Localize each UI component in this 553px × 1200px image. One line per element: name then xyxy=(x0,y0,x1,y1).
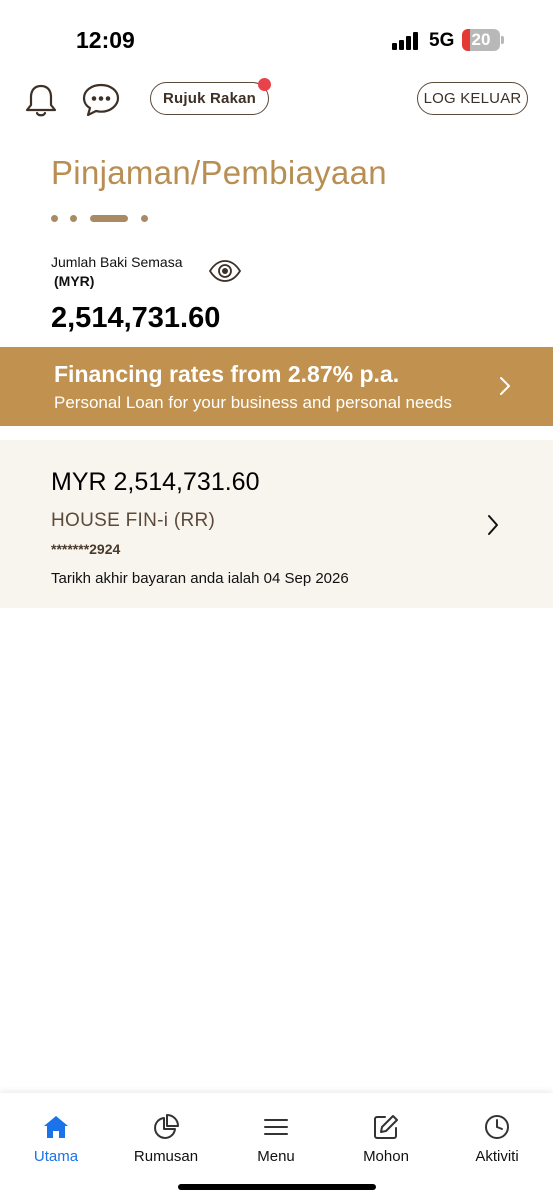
network-label: 5G xyxy=(429,30,455,51)
battery-cap xyxy=(501,36,504,44)
home-indicator[interactable] xyxy=(178,1184,376,1190)
promo-banner[interactable]: Financing rates from 2.87% p.a. Personal… xyxy=(0,347,553,426)
nav-label: Mohon xyxy=(363,1148,409,1165)
nav-apply[interactable]: Mohon xyxy=(331,1093,441,1183)
pager-dot[interactable] xyxy=(51,215,58,222)
status-bar: 12:09 5G 20 xyxy=(0,0,553,80)
balance-currency: (MYR) xyxy=(54,273,95,289)
balance-label: Jumlah Baki Semasa xyxy=(51,254,183,270)
nav-activity[interactable]: Aktiviti xyxy=(442,1093,552,1183)
account-number: *******2924 xyxy=(51,541,121,557)
account-amount: MYR 2,514,731.60 xyxy=(51,468,260,496)
carousel-pager xyxy=(51,215,161,223)
account-card[interactable]: MYR 2,514,731.60 HOUSE FIN-i (RR) ******… xyxy=(0,440,553,608)
menu-icon xyxy=(264,1119,288,1135)
nav-label: Menu xyxy=(257,1148,295,1165)
nav-label: Utama xyxy=(33,1148,79,1165)
promo-subtitle: Personal Loan for your business and pers… xyxy=(54,393,452,412)
page-title: Pinjaman/Pembiayaan xyxy=(51,154,387,191)
bell-icon[interactable] xyxy=(24,82,58,118)
nav-label: Rumusan xyxy=(133,1148,199,1165)
promo-title: Financing rates from 2.87% p.a. xyxy=(54,361,400,387)
nav-menu[interactable]: Menu xyxy=(221,1093,331,1183)
chevron-right-icon xyxy=(500,377,510,395)
chat-icon[interactable] xyxy=(81,82,121,118)
edit-icon xyxy=(374,1115,398,1139)
logout-button[interactable]: LOG KELUAR xyxy=(417,82,528,115)
refer-friend-button[interactable]: Rujuk Rakan xyxy=(150,82,269,115)
battery-icon: 20 xyxy=(462,29,500,51)
nav-label: Aktiviti xyxy=(475,1148,519,1165)
payment-due-text: Tarikh akhir bayaran anda ialah 04 Sep 2… xyxy=(51,570,349,587)
pager-dot[interactable] xyxy=(70,215,77,222)
account-product: HOUSE FIN-i (RR) xyxy=(51,510,216,531)
chevron-right-icon xyxy=(488,515,498,535)
notification-badge xyxy=(258,78,271,91)
eye-icon[interactable] xyxy=(208,258,242,284)
signal-icon xyxy=(392,32,422,50)
pager-dot[interactable] xyxy=(141,215,148,222)
pager-dot-active[interactable] xyxy=(90,215,128,222)
battery-level: 20 xyxy=(471,30,491,49)
clock-icon xyxy=(485,1115,509,1139)
home-icon xyxy=(44,1116,68,1138)
pie-chart-icon xyxy=(154,1114,179,1139)
nav-summary[interactable]: Rumusan xyxy=(111,1093,221,1183)
app-header: Rujuk Rakan LOG KELUAR xyxy=(0,78,553,122)
status-time: 12:09 xyxy=(76,27,135,53)
nav-home[interactable]: Utama xyxy=(1,1093,111,1183)
balance-amount: 2,514,731.60 xyxy=(51,302,221,334)
